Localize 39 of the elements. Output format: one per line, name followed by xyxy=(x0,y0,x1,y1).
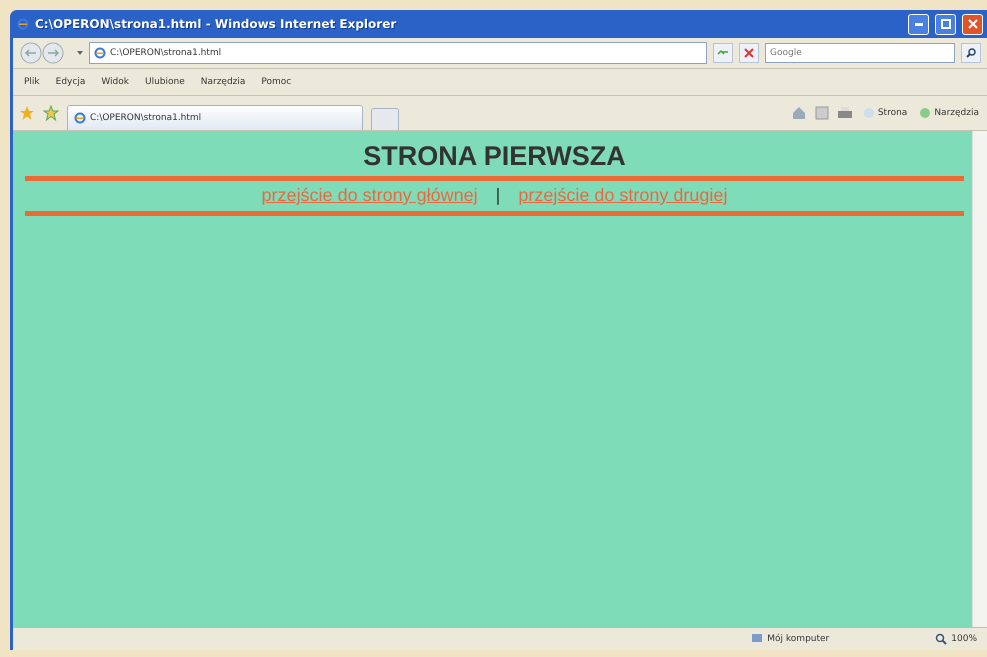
address-field[interactable]: C:\OPERON\strona1.html xyxy=(89,42,707,64)
menu-item[interactable]: Plik xyxy=(19,77,45,87)
zoom-icon xyxy=(935,633,948,645)
menu-item[interactable]: Edycja xyxy=(50,77,90,87)
scrollbar[interactable] xyxy=(972,131,987,627)
minimize-button[interactable] xyxy=(908,14,929,34)
menu-item[interactable]: Narzędzia xyxy=(196,77,250,87)
new-tab-button[interactable] xyxy=(371,108,399,130)
home-icon[interactable] xyxy=(790,105,807,121)
zoom-control[interactable]: 100% xyxy=(935,633,977,645)
close-icon xyxy=(968,19,978,29)
search-icon xyxy=(966,48,976,58)
link-separator: | xyxy=(496,185,500,206)
stop-icon xyxy=(744,48,754,58)
browser-icon xyxy=(74,112,86,124)
star-icon[interactable] xyxy=(19,105,35,121)
minimize-icon xyxy=(914,22,922,26)
maximize-button[interactable] xyxy=(935,14,956,34)
window-title: C:\OPERON\strona1.html - Windows Internet Explorer xyxy=(35,17,398,31)
menu-item[interactable]: Pomoc xyxy=(256,77,296,87)
search-field[interactable]: Google xyxy=(765,43,955,63)
command-button[interactable]: Strona xyxy=(860,107,910,119)
browser-icon xyxy=(94,47,106,59)
close-button[interactable] xyxy=(962,14,983,34)
menu-item[interactable]: Widok xyxy=(96,77,134,87)
computer-icon xyxy=(751,633,764,645)
zone-label: Mój komputer xyxy=(751,633,830,645)
command-button[interactable]: Narzędzia xyxy=(917,107,981,119)
browser-icon xyxy=(17,18,29,30)
caret-icon[interactable] xyxy=(77,51,83,55)
search-button[interactable] xyxy=(961,43,981,63)
add-favorite-icon[interactable] xyxy=(43,105,59,121)
stop-button[interactable] xyxy=(739,43,759,63)
page-heading: STRONA PIERWSZA xyxy=(362,141,627,172)
maximize-icon xyxy=(940,19,950,29)
refresh-button[interactable] xyxy=(713,43,733,63)
print-icon[interactable] xyxy=(836,106,853,120)
browser-tab[interactable]: C:\OPERON\strona1.html xyxy=(67,105,363,130)
menu-item[interactable]: Ulubione xyxy=(140,77,190,87)
